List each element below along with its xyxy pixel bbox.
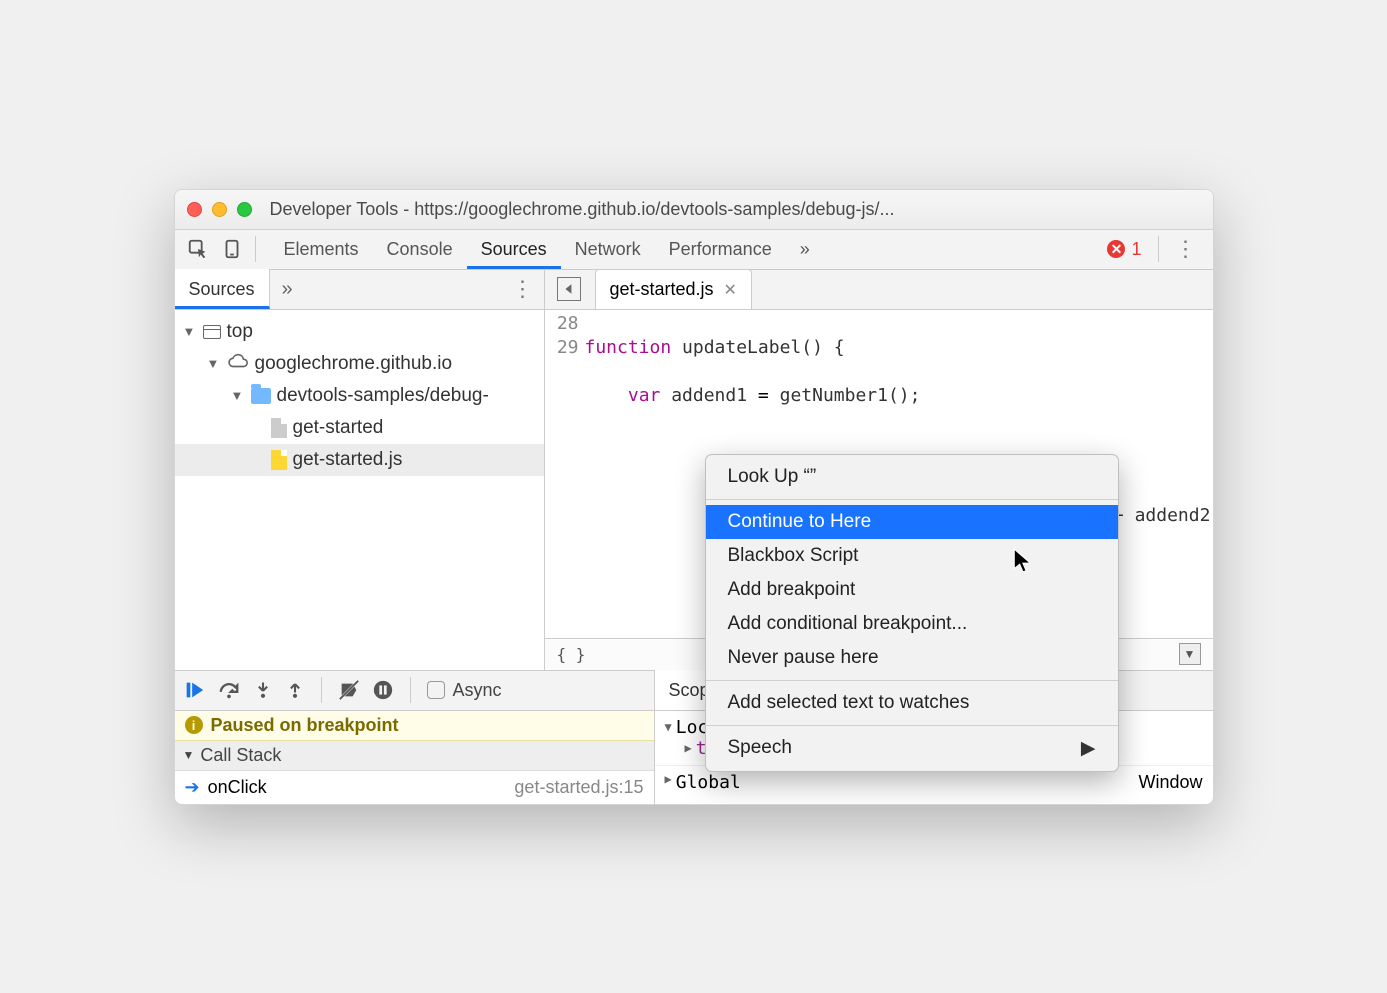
folder-icon [251, 388, 271, 404]
ctx-add-to-watches[interactable]: Add selected text to watches [706, 686, 1118, 720]
tree-file-get-started-js[interactable]: get-started.js [175, 444, 544, 476]
tree-file-get-started[interactable]: get-started [175, 412, 544, 444]
scope-global-label: Global [676, 772, 741, 793]
ctx-separator [706, 680, 1118, 681]
minimize-window-button[interactable] [212, 202, 227, 217]
tree-label: googlechrome.github.io [255, 353, 453, 375]
ctx-continue-to-here[interactable]: Continue to Here [706, 505, 1118, 539]
tab-overflow[interactable]: » [786, 229, 824, 269]
ctx-lookup[interactable]: Look Up “” [706, 460, 1118, 494]
deactivate-breakpoints-button[interactable] [338, 679, 360, 701]
chevron-down-icon: ▼ [207, 356, 221, 371]
devtools-tabstrip: Elements Console Sources Network Perform… [175, 230, 1213, 270]
cloud-icon [227, 353, 249, 375]
line-gutter: 28 29 [545, 310, 585, 638]
traffic-lights [187, 202, 252, 217]
current-frame-icon: ➔ [185, 777, 200, 798]
submenu-arrow-icon: ▶ [1081, 737, 1096, 760]
tab-sources[interactable]: Sources [467, 229, 561, 269]
debugger-toolbar: Async [175, 671, 654, 711]
file-icon [271, 418, 287, 438]
info-icon: i [185, 716, 203, 734]
tree-label: get-started.js [293, 449, 403, 471]
step-over-button[interactable] [217, 679, 241, 701]
frame-icon [203, 325, 221, 339]
error-badge[interactable]: ✕ 1 [1107, 239, 1141, 260]
error-count: 1 [1131, 239, 1141, 260]
tab-network[interactable]: Network [561, 229, 655, 269]
step-out-button[interactable] [285, 679, 305, 701]
ctx-speech[interactable]: Speech▶ [706, 731, 1118, 766]
resume-button[interactable] [183, 679, 205, 701]
chevron-right-icon: ▶ [685, 741, 692, 755]
window-title: Developer Tools - https://googlechrome.g… [270, 199, 895, 220]
tree-node-origin[interactable]: ▼ googlechrome.github.io [175, 348, 544, 380]
paused-text: Paused on breakpoint [211, 715, 399, 736]
scope-global-value: Window [1138, 772, 1202, 793]
ctx-separator [706, 499, 1118, 500]
inspect-element-icon[interactable] [181, 232, 215, 266]
navigator-sidebar: Sources » ⋮ ▼ top ▼ googlechrome.github.… [175, 270, 545, 670]
ctx-separator [706, 725, 1118, 726]
frame-location: get-started.js:15 [514, 777, 643, 798]
ctx-add-conditional-breakpoint[interactable]: Add conditional breakpoint... [706, 607, 1118, 641]
ctx-add-breakpoint[interactable]: Add breakpoint [706, 573, 1118, 607]
navigator-tab-sources[interactable]: Sources [175, 269, 270, 309]
expand-editor-button[interactable]: ▼ [1179, 643, 1201, 665]
navigator-tab-overflow[interactable]: » [270, 278, 305, 301]
ctx-blackbox-script[interactable]: Blackbox Script [706, 539, 1118, 573]
close-tab-icon[interactable]: ✕ [724, 280, 737, 300]
paused-banner: i Paused on breakpoint [175, 711, 654, 741]
source-tab-get-started-js[interactable]: get-started.js ✕ [595, 270, 752, 310]
settings-menu-icon[interactable]: ⋮ [1165, 236, 1207, 262]
step-into-button[interactable] [253, 679, 273, 701]
callstack-title: Call Stack [200, 745, 281, 766]
checkbox-icon [427, 681, 445, 699]
devtools-window: Developer Tools - https://googlechrome.g… [174, 189, 1214, 805]
file-tree: ▼ top ▼ googlechrome.github.io ▼ devtool… [175, 310, 544, 482]
window-titlebar: Developer Tools - https://googlechrome.g… [175, 190, 1213, 230]
tab-elements[interactable]: Elements [270, 229, 373, 269]
line-number: 29 [545, 336, 585, 360]
js-file-icon [271, 450, 287, 470]
tab-console[interactable]: Console [373, 229, 467, 269]
callstack-frame[interactable]: ➔ onClick get-started.js:15 [175, 771, 654, 804]
debugger-left: Async i Paused on breakpoint ▼ Call Stac… [175, 671, 655, 804]
ctx-never-pause-here[interactable]: Never pause here [706, 641, 1118, 675]
device-mode-icon[interactable] [215, 232, 249, 266]
tab-performance[interactable]: Performance [655, 229, 786, 269]
tree-label: get-started [293, 417, 384, 439]
chevron-down-icon: ▼ [183, 324, 197, 339]
show-navigator-icon[interactable] [557, 277, 581, 301]
maximize-window-button[interactable] [237, 202, 252, 217]
navigator-tabs: Sources » ⋮ [175, 270, 544, 310]
editor-tabstrip: get-started.js ✕ [545, 270, 1213, 310]
chevron-down-icon: ▼ [231, 388, 245, 403]
error-icon: ✕ [1107, 240, 1125, 258]
tree-node-top[interactable]: ▼ top [175, 316, 544, 348]
callstack-header[interactable]: ▼ Call Stack [175, 741, 654, 771]
line-number: 28 [545, 312, 585, 336]
source-tab-label: get-started.js [610, 279, 714, 300]
close-window-button[interactable] [187, 202, 202, 217]
chevron-right-icon: ▶ [665, 772, 672, 793]
chevron-down-icon: ▼ [665, 720, 672, 734]
pause-on-exceptions-button[interactable] [372, 679, 394, 701]
tree-node-folder[interactable]: ▼ devtools-samples/debug- [175, 380, 544, 412]
pretty-print-icon[interactable]: { } [557, 645, 586, 664]
async-label: Async [453, 680, 502, 701]
navigator-menu-icon[interactable]: ⋮ [502, 276, 544, 302]
main-tabs: Elements Console Sources Network Perform… [270, 229, 824, 269]
frame-function: onClick [208, 777, 267, 798]
tree-label: devtools-samples/debug- [277, 385, 489, 407]
async-checkbox[interactable]: Async [427, 680, 502, 701]
tree-label: top [227, 321, 253, 343]
context-menu: Look Up “” Continue to Here Blackbox Scr… [705, 454, 1119, 772]
chevron-down-icon: ▼ [183, 748, 195, 762]
